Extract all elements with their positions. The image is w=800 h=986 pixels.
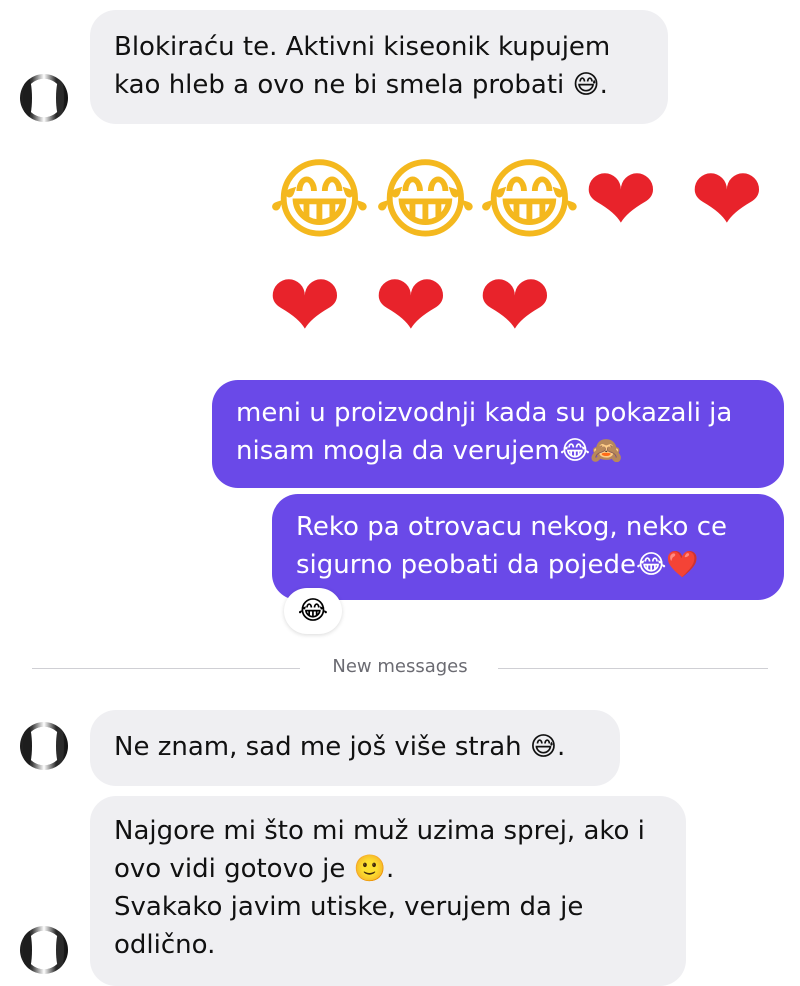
incoming-message[interactable]: Blokiraću te. Aktivni kiseonik kupujem k… bbox=[90, 10, 668, 124]
outgoing-message[interactable]: Reko pa otrovacu nekog, neko ce sigurno … bbox=[272, 494, 784, 600]
heart-emoji: ❤ bbox=[268, 254, 342, 357]
outgoing-message[interactable]: meni u proizvodnji kada su pokazali ja n… bbox=[212, 380, 784, 488]
heart-emoji: ❤ bbox=[690, 148, 764, 251]
message-text: ovo vidi gotovo je 🙂. bbox=[114, 854, 395, 884]
message-text: Ne znam, sad me još više strah 😅. bbox=[114, 732, 566, 762]
laughing-emoji: 😂 bbox=[268, 148, 371, 251]
message-text: kao hleb a ovo ne bi smela probati 😅. bbox=[114, 70, 608, 100]
message-text: odlično. bbox=[114, 930, 216, 960]
contact-avatar[interactable] bbox=[20, 926, 68, 974]
incoming-message[interactable]: Ne znam, sad me još više strah 😅. bbox=[90, 710, 620, 786]
heart-emoji: ❤ bbox=[478, 254, 552, 357]
contact-avatar[interactable] bbox=[20, 722, 68, 770]
new-messages-divider: New messages bbox=[332, 656, 468, 677]
contact-avatar[interactable] bbox=[20, 74, 68, 122]
message-text: Svakako javim utiske, verujem da je bbox=[114, 892, 584, 922]
heart-emoji: ❤ bbox=[374, 254, 448, 357]
message-text: nisam mogla da verujem😂🙈 bbox=[236, 436, 623, 466]
heart-emoji: ❤ bbox=[584, 148, 658, 251]
message-text: Blokiraću te. Aktivni kiseonik kupujem bbox=[114, 32, 611, 62]
laughing-emoji: 😂 bbox=[478, 148, 581, 251]
message-text: Reko pa otrovacu nekog, neko ce bbox=[296, 512, 727, 542]
laughing-emoji: 😂 bbox=[374, 148, 477, 251]
message-text: sigurno peobati da pojede😂❤️ bbox=[296, 550, 699, 580]
message-reaction[interactable]: 😂 bbox=[284, 588, 342, 634]
message-text: Najgore mi što mi muž uzima sprej, ako i bbox=[114, 816, 645, 846]
message-text: meni u proizvodnji kada su pokazali ja bbox=[236, 398, 733, 428]
laughing-reaction-icon: 😂 bbox=[297, 596, 329, 626]
incoming-message[interactable]: Najgore mi što mi muž uzima sprej, ako i… bbox=[90, 796, 686, 986]
